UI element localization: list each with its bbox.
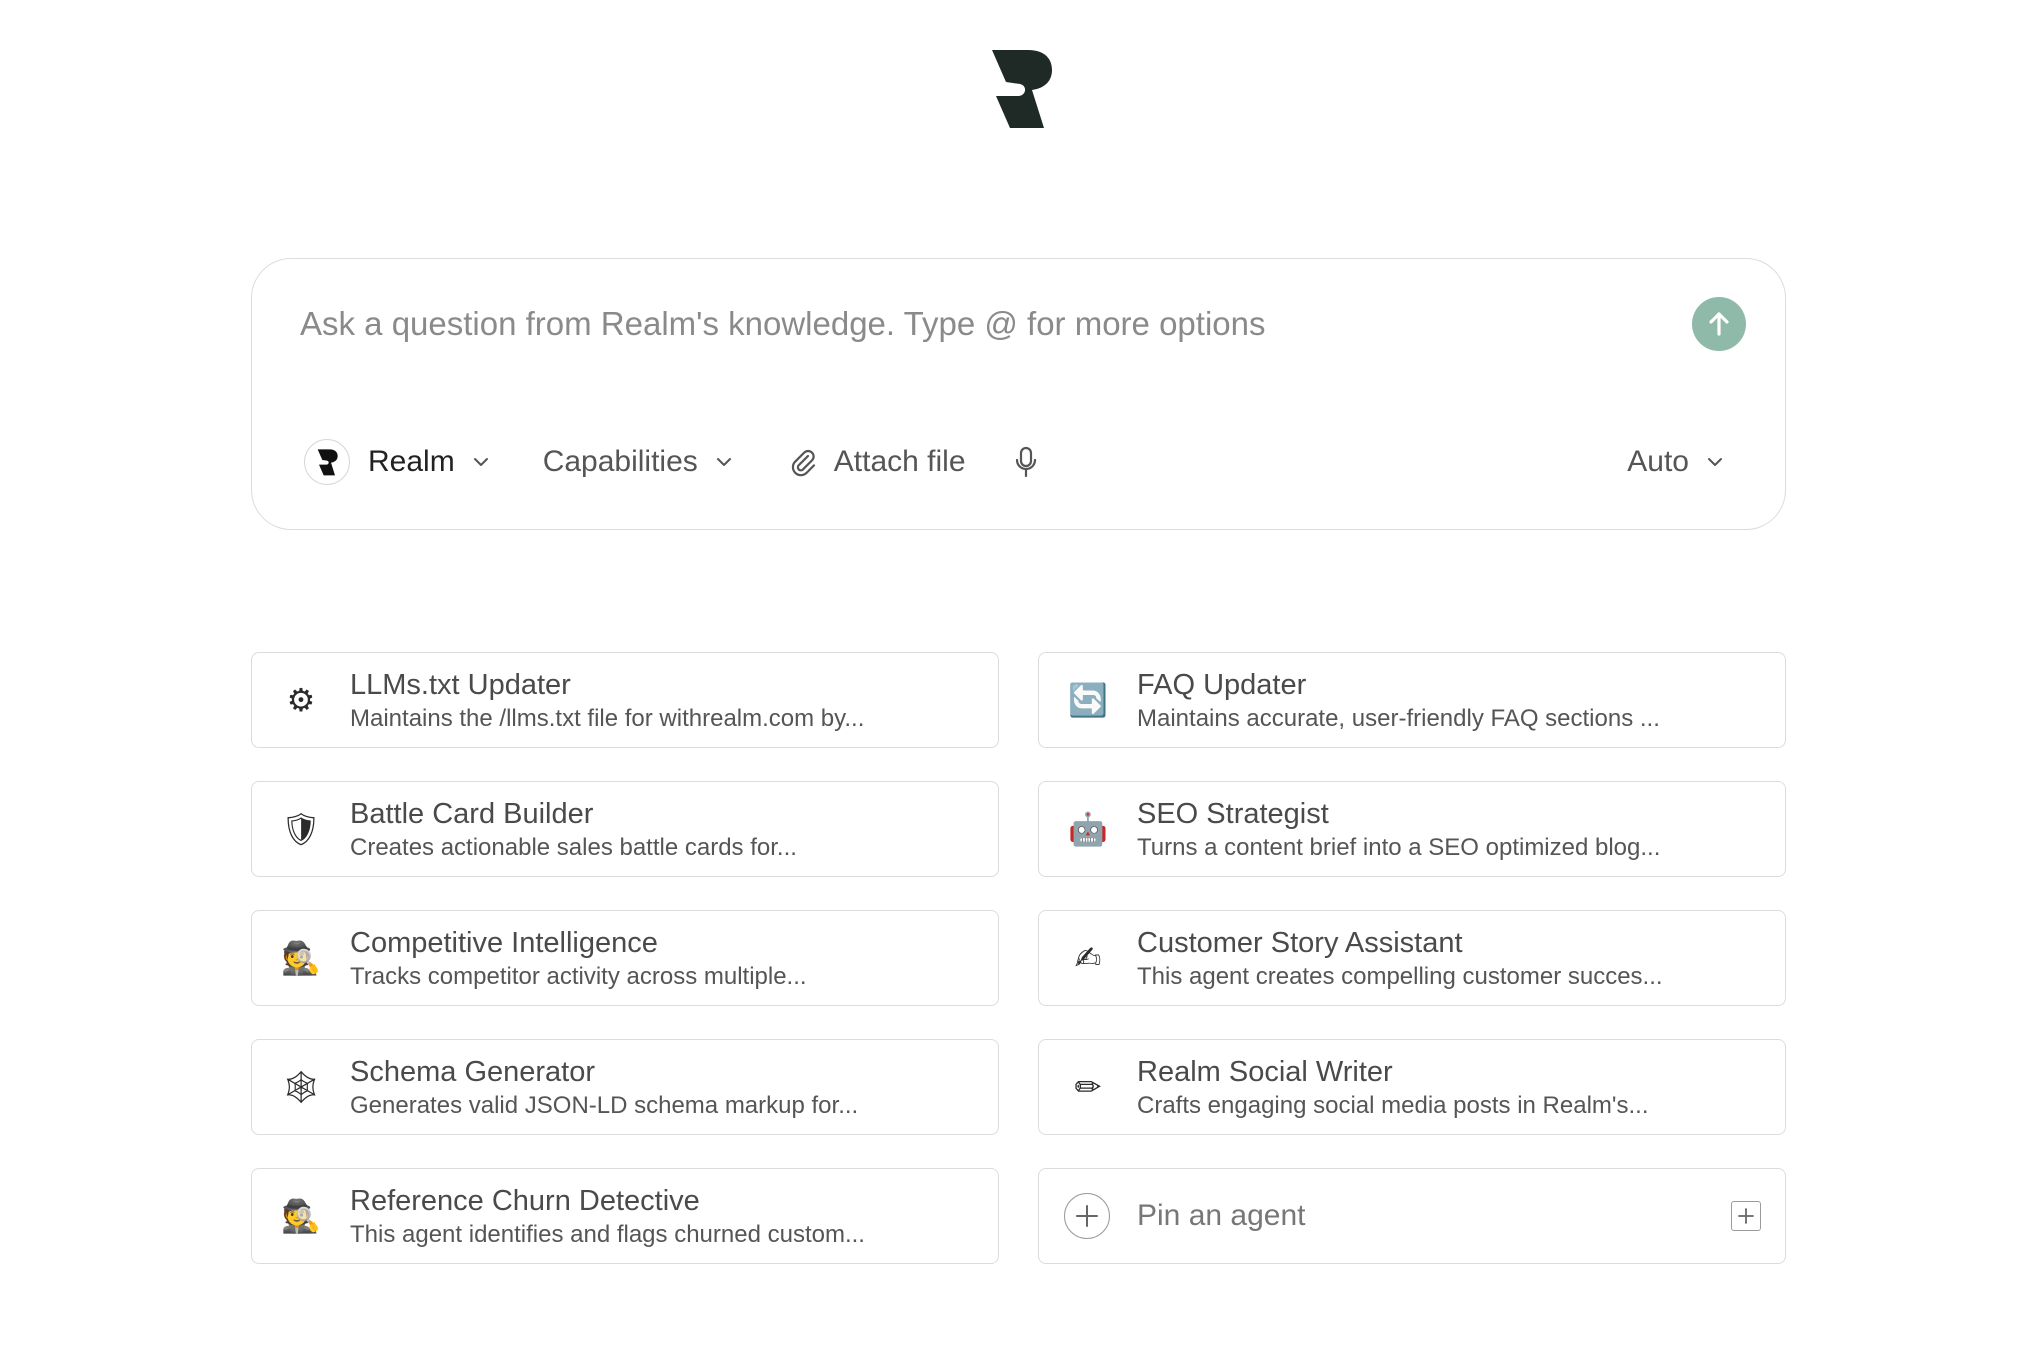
paperclip-icon — [791, 449, 815, 477]
agent-card-realm-social-writer[interactable]: ✏ Realm Social Writer Crafts engaging so… — [1038, 1039, 1786, 1135]
shield-icon: 🛡 — [280, 810, 322, 848]
attach-file-button[interactable]: Attach file — [788, 445, 966, 479]
chevron-down-icon — [1708, 458, 1722, 466]
pencil-icon: ✏ — [1074, 1068, 1102, 1106]
source-selector[interactable]: Realm — [304, 439, 491, 485]
agent-card-customer-story-assistant[interactable]: ✍ Customer Story Assistant This agent cr… — [1038, 910, 1786, 1006]
agent-title: LLMs.txt Updater — [350, 668, 571, 701]
arrow-up-icon — [1709, 312, 1729, 336]
agent-title: Battle Card Builder — [350, 797, 594, 830]
chat-composer: Realm Capabilities Attach file — [251, 258, 1786, 530]
model-selector[interactable]: Auto — [1627, 445, 1725, 479]
spider-web-icon: 🕸 — [280, 1068, 322, 1106]
refresh-icon: 🔄 — [1068, 681, 1108, 719]
agent-cards-grid: ⚙ LLMs.txt Updater Maintains the /llms.t… — [251, 652, 1786, 1264]
agent-title: SEO Strategist — [1137, 797, 1329, 830]
realm-badge-icon — [304, 439, 350, 485]
pin-agent-label: Pin an agent — [1137, 1199, 1306, 1232]
microphone-button[interactable] — [1012, 445, 1040, 479]
agent-title: FAQ Updater — [1137, 668, 1307, 701]
plus-square-icon[interactable] — [1731, 1201, 1761, 1231]
agent-description: Crafts engaging social media posts in Re… — [1137, 1091, 1649, 1119]
attach-file-label: Attach file — [833, 445, 966, 478]
capabilities-dropdown[interactable]: Capabilities — [543, 445, 734, 479]
agent-description: Turns a content brief into a SEO optimiz… — [1137, 833, 1661, 861]
agent-card-schema-generator[interactable]: 🕸 Schema Generator Generates valid JSON-… — [251, 1039, 999, 1135]
agent-card-llms-txt-updater[interactable]: ⚙ LLMs.txt Updater Maintains the /llms.t… — [251, 652, 999, 748]
agent-description: Maintains accurate, user-friendly FAQ se… — [1137, 704, 1660, 732]
agent-card-battle-card-builder[interactable]: 🛡 Battle Card Builder Creates actionable… — [251, 781, 999, 877]
chevron-down-icon — [716, 458, 731, 466]
plus-circle-icon — [1064, 1193, 1110, 1239]
agent-description: This agent creates compelling customer s… — [1137, 962, 1663, 990]
robot-icon: 🤖 — [1068, 810, 1108, 848]
agent-card-competitive-intelligence[interactable]: 🕵 Competitive Intelligence Tracks compet… — [251, 910, 999, 1006]
agent-card-faq-updater[interactable]: 🔄 FAQ Updater Maintains accurate, user-f… — [1038, 652, 1786, 748]
gear-icon: ⚙ — [286, 681, 316, 719]
agent-title: Schema Generator — [350, 1055, 596, 1088]
model-label: Auto — [1627, 445, 1689, 478]
agent-description: Tracks competitor activity across multip… — [350, 962, 807, 990]
composer-toolbar: Realm Capabilities Attach file Auto — [304, 437, 1725, 487]
pin-agent-card[interactable]: Pin an agent — [1038, 1168, 1786, 1264]
agent-title: Competitive Intelligence — [350, 926, 658, 959]
realm-logo-icon — [988, 46, 1052, 130]
source-label: Realm — [368, 445, 455, 478]
agent-title: Customer Story Assistant — [1137, 926, 1463, 959]
agent-title: Realm Social Writer — [1137, 1055, 1393, 1088]
microphone-icon — [1015, 446, 1036, 478]
agent-description: Generates valid JSON-LD schema markup fo… — [350, 1091, 859, 1119]
writing-hand-icon: ✍ — [1074, 939, 1102, 977]
agent-description: Creates actionable sales battle cards fo… — [350, 833, 797, 861]
capabilities-label: Capabilities — [542, 445, 698, 478]
detective-icon: 🕵 — [281, 1197, 321, 1235]
chevron-down-icon — [473, 458, 488, 466]
agent-card-reference-churn-detective[interactable]: 🕵 Reference Churn Detective This agent i… — [251, 1168, 999, 1264]
agent-description: Maintains the /llms.txt file for withrea… — [350, 704, 865, 732]
send-button[interactable] — [1692, 297, 1746, 351]
agent-card-seo-strategist[interactable]: 🤖 SEO Strategist Turns a content brief i… — [1038, 781, 1786, 877]
question-input[interactable] — [298, 293, 1642, 355]
detective-icon: 🕵 — [281, 939, 321, 977]
agent-title: Reference Churn Detective — [350, 1184, 700, 1217]
agent-description: This agent identifies and flags churned … — [350, 1220, 865, 1248]
